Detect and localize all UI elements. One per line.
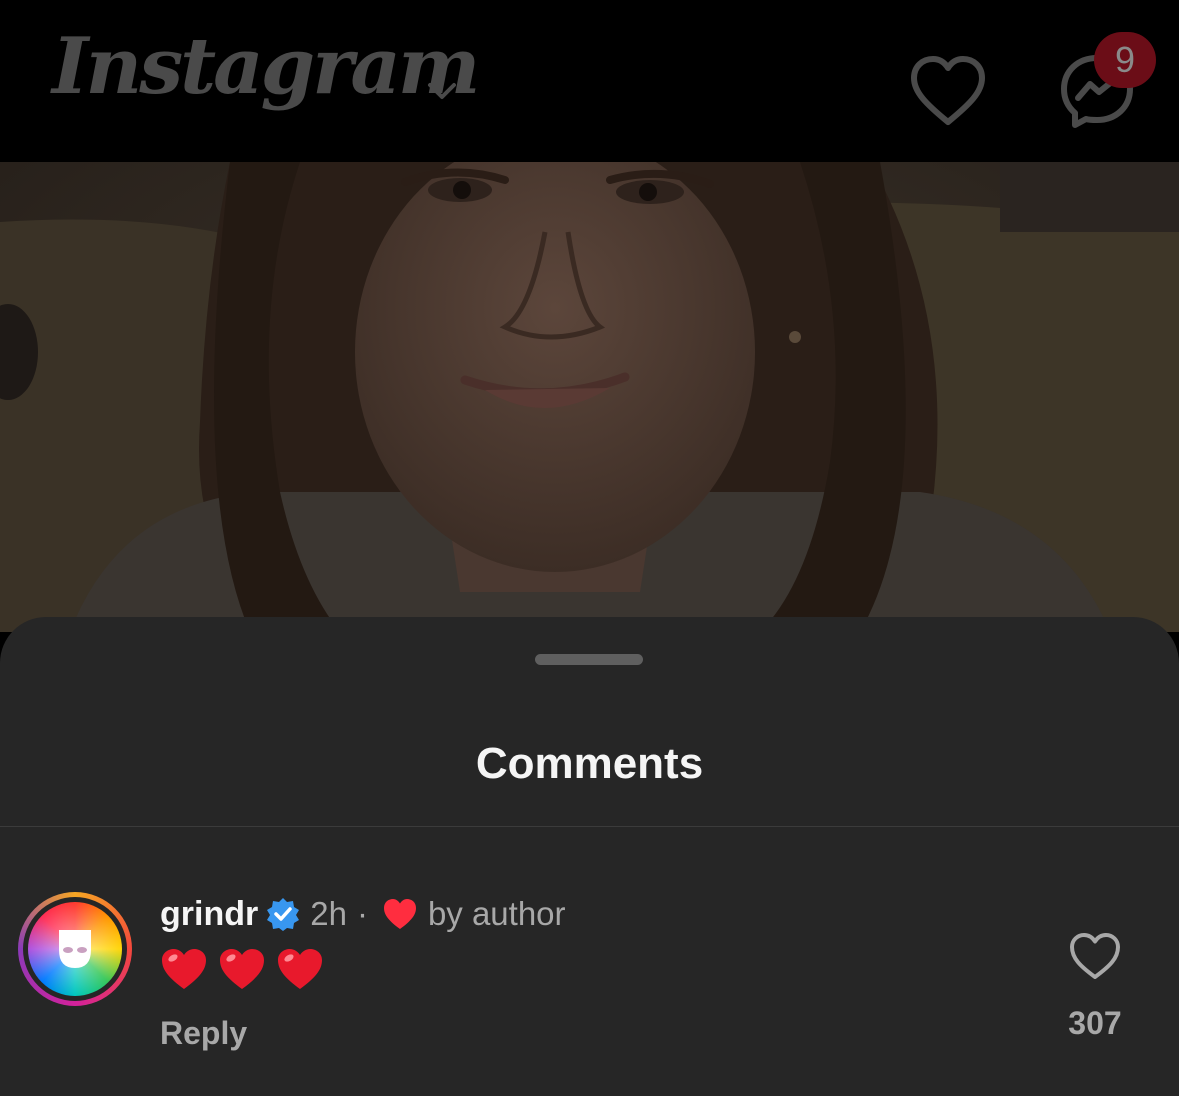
divider — [0, 826, 1179, 827]
portrait-photo — [0, 162, 1179, 632]
messages-badge: 9 — [1094, 32, 1156, 88]
reply-button[interactable]: Reply — [160, 1015, 247, 1052]
comment-time: 2h — [310, 895, 347, 932]
sheet-title: Comments — [475, 739, 704, 788]
red-heart-emoji-icon — [220, 949, 264, 989]
like-count: 307 — [1068, 1005, 1122, 1041]
liked-by-author-heart-icon — [383, 899, 416, 929]
separator-dot: · — [356, 895, 368, 932]
chevron-down-icon[interactable] — [424, 76, 460, 106]
comment-meta: grindr 2h · by author — [160, 891, 566, 937]
sheet-drag-handle[interactable] — [535, 654, 643, 665]
post-image[interactable] — [0, 162, 1179, 632]
comment-username[interactable]: grindr — [160, 895, 258, 934]
red-heart-emoji-icon — [278, 949, 322, 989]
heart-outline-icon[interactable] — [908, 54, 988, 128]
grindr-mask-icon — [59, 930, 91, 968]
liked-by-author-label: by author — [427, 895, 566, 932]
comment-body: ❤️❤️❤️ — [160, 941, 324, 997]
comments-sheet: Comments grindr 2h · by author ❤️❤️❤️ — [0, 617, 1179, 1096]
avatar[interactable] — [18, 892, 132, 1006]
like-comment-heart-icon[interactable] — [1068, 931, 1122, 981]
red-heart-emoji-icon — [162, 949, 206, 989]
top-navigation-bar: Instagram 9 — [0, 0, 1179, 162]
verified-badge-icon — [267, 898, 300, 931]
instagram-logo[interactable]: Instagram — [52, 28, 480, 106]
